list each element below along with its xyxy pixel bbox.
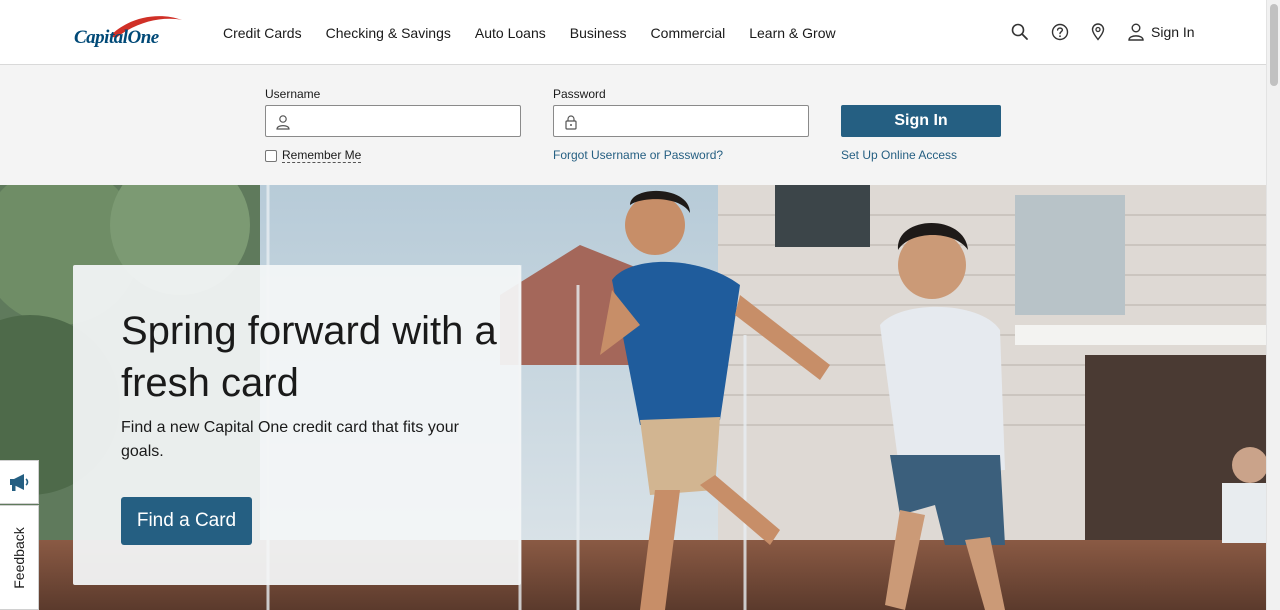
- nav-item-learn-grow[interactable]: Learn & Grow: [749, 25, 835, 41]
- sign-in-button[interactable]: Sign In: [841, 105, 1001, 137]
- nav-item-commercial[interactable]: Commercial: [651, 25, 726, 41]
- remember-me-label[interactable]: Remember Me: [282, 148, 362, 163]
- capital-one-logo[interactable]: CapitalOne: [74, 14, 186, 54]
- password-field[interactable]: [553, 105, 809, 137]
- username-field[interactable]: [265, 105, 521, 137]
- user-icon: [276, 115, 290, 130]
- location-pin-icon[interactable]: [1088, 22, 1108, 42]
- announcement-button[interactable]: [0, 460, 39, 504]
- megaphone-icon: [10, 474, 29, 491]
- header-sign-in-link[interactable]: Sign In: [1127, 22, 1195, 42]
- login-panel: Username Password Sign In Remember Me Fo…: [0, 65, 1266, 185]
- hero-banner: Spring forward with a fresh card Find a …: [0, 185, 1266, 610]
- user-icon: [1128, 23, 1144, 41]
- logo-text: CapitalOne: [74, 27, 159, 48]
- username-label: Username: [265, 87, 321, 101]
- main-nav: Credit Cards Checking & Savings Auto Loa…: [223, 0, 860, 65]
- remember-me-checkbox[interactable]: [265, 149, 277, 162]
- promo-title: Spring forward with a fresh card: [121, 309, 497, 405]
- password-input[interactable]: [584, 109, 802, 133]
- scrollbar-thumb[interactable]: [1270, 4, 1278, 86]
- help-icon[interactable]: [1050, 22, 1070, 42]
- promo-description: Find a new Capital One credit card that …: [121, 419, 459, 460]
- find-a-card-button[interactable]: Find a Card: [121, 497, 252, 545]
- password-label: Password: [553, 87, 606, 101]
- nav-item-checking-savings[interactable]: Checking & Savings: [326, 25, 451, 41]
- promo-card: Spring forward with a fresh card Find a …: [73, 265, 521, 585]
- feedback-label: Feedback: [11, 526, 27, 589]
- nav-item-credit-cards[interactable]: Credit Cards: [223, 25, 302, 41]
- site-header: CapitalOne Credit Cards Checking & Savin…: [0, 0, 1266, 65]
- nav-item-auto-loans[interactable]: Auto Loans: [475, 25, 546, 41]
- nav-item-business[interactable]: Business: [570, 25, 627, 41]
- lock-icon: [565, 115, 577, 130]
- setup-online-access-link[interactable]: Set Up Online Access: [841, 148, 957, 162]
- forgot-credentials-link[interactable]: Forgot Username or Password?: [553, 148, 723, 162]
- page-scrollbar[interactable]: [1266, 0, 1280, 610]
- header-sign-in-label: Sign In: [1151, 24, 1195, 40]
- feedback-tab[interactable]: Feedback: [0, 505, 39, 610]
- search-icon[interactable]: [1010, 22, 1030, 42]
- remember-me[interactable]: Remember Me: [265, 148, 362, 163]
- username-input[interactable]: [296, 109, 514, 133]
